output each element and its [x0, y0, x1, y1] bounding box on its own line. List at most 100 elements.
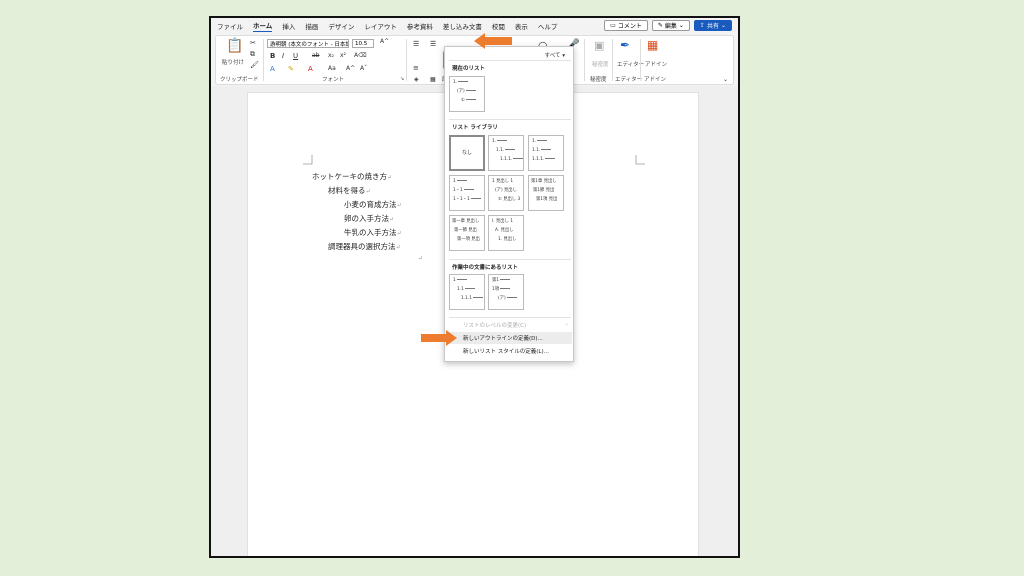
doc-line[interactable]: 小麦の育成方法↵	[344, 199, 402, 210]
grow-font-a-icon[interactable]: A^	[346, 65, 355, 72]
doc-line[interactable]: 牛乳の入手方法↵	[344, 227, 402, 238]
format-painter-icon[interactable]: 🖌	[250, 61, 259, 69]
list-thumb-current[interactable]: 1. (ア) ①	[449, 76, 485, 112]
tab-design[interactable]: デザイン	[328, 21, 354, 31]
ribbon-separator	[640, 39, 641, 81]
current-list-heading: 現在のリスト	[452, 66, 486, 72]
doc-line-text: 調理器具の選択方法	[328, 242, 396, 251]
ribbon-separator	[406, 39, 407, 81]
comment-button[interactable]: ▭ コメント	[604, 20, 648, 31]
doc-line-text: 小麦の育成方法	[344, 200, 397, 209]
empty-paragraph[interactable]: ↵	[418, 253, 423, 262]
doc-line-text: 材料を得る	[328, 186, 366, 195]
multilevel-list-dropdown: すべて ▾ 現在のリスト 1. (ア) ① リスト ライブラリ なし 1. 1.1. 1…	[444, 46, 574, 362]
sensitivity-icon[interactable]: ▣	[594, 39, 604, 52]
paste-icon[interactable]: 📋	[226, 38, 243, 54]
list-thumb-heading-b[interactable]: 第1章 見出し 第1節 見出 第1項 見出	[528, 175, 564, 211]
doc-line-text: 牛乳の入手方法	[344, 228, 397, 237]
font-name-value: 游明朝 (本文のフォント - 日本語)	[270, 41, 349, 48]
define-outline-label: 新しいアウトラインの定義(D)...	[463, 336, 543, 342]
share-icon: ⇪	[699, 22, 705, 29]
arrow-to-list-button-icon	[474, 33, 512, 49]
menu-bar: ファイル ホーム 挿入 描画 デザイン レイアウト 参考資料 差し込み文書 校閲…	[211, 18, 738, 34]
define-outline-item[interactable]: 新しいアウトラインの定義(D)...	[446, 332, 572, 344]
chevron-right-icon: ›	[565, 322, 568, 328]
paragraph-mark: ↵	[365, 188, 371, 195]
pencil-icon: ✎	[657, 22, 663, 29]
align-icon[interactable]: ≡	[413, 64, 419, 72]
cut-icon[interactable]: ✂	[250, 39, 256, 47]
define-list-style-item[interactable]: 新しいリスト スタイルの定義(L)...	[446, 345, 572, 357]
addin-group-label: アドイン	[644, 77, 667, 83]
superscript-icon[interactable]: x²	[340, 52, 346, 59]
shrink-font-icon[interactable]: Aˇ	[360, 65, 367, 72]
edit-mode-button[interactable]: ✎ 編集 ⌄	[651, 20, 690, 31]
paragraph-mark: ↵	[396, 202, 402, 209]
bold-icon[interactable]: B	[270, 52, 275, 60]
list-thumb-heading-a[interactable]: 1 見出し 1 (ア) 見出し ① 見出し 3	[488, 175, 524, 211]
font-name-select[interactable]: 游明朝 (本文のフォント - 日本語)	[267, 39, 349, 48]
font-group-label: フォント	[322, 77, 345, 83]
tab-help[interactable]: ヘルプ	[538, 21, 558, 31]
copy-icon[interactable]: ⧉	[250, 50, 255, 59]
collapse-ribbon-icon[interactable]: ⌄	[723, 76, 728, 83]
define-style-label: 新しいリスト スタイルの定義(L)...	[463, 349, 549, 355]
font-dialog-icon[interactable]: ↘	[400, 76, 404, 82]
subscript-icon[interactable]: x₂	[328, 52, 334, 59]
margin-corner-mark	[635, 155, 645, 165]
doc-line[interactable]: 材料を得る↵	[328, 185, 371, 196]
doc-line[interactable]: 調理器具の選択方法↵	[328, 241, 401, 252]
doc-line-text: 卵の入手方法	[344, 214, 389, 223]
list-thumb-heading-d[interactable]: I. 見出し 1 A. 見出し 1. 見出し	[488, 215, 524, 251]
tab-mailings[interactable]: 差し込み文書	[443, 21, 482, 31]
italic-icon[interactable]: I	[282, 52, 284, 60]
tab-draw[interactable]: 描画	[305, 21, 318, 31]
numbered-list-icon[interactable]: ☰	[430, 40, 436, 48]
font-color-icon[interactable]: A	[308, 65, 313, 73]
paragraph-mark: ↵	[395, 244, 401, 251]
list-thumb-heading-c[interactable]: 第一章 見出し 第一節 見出 第一項 見出	[449, 215, 485, 251]
arrow-to-define-outline-icon	[421, 330, 457, 346]
highlight-icon[interactable]: ✎	[288, 65, 294, 73]
tab-file[interactable]: ファイル	[217, 21, 243, 31]
tab-home[interactable]: ホーム	[253, 20, 273, 32]
paste-label: 貼り付け	[222, 60, 245, 66]
list-thumb-numeric[interactable]: 1. 1.1. 1.1.1.	[488, 135, 524, 171]
ribbon-separator	[584, 39, 585, 81]
list-thumb-none[interactable]: なし	[449, 135, 485, 171]
editor-icon[interactable]: ✒	[620, 38, 630, 52]
document-lists-heading: 作業中の文書にあるリスト	[452, 265, 519, 271]
doc-heading[interactable]: ホットケーキの焼き方↵	[312, 171, 392, 182]
borders-icon[interactable]: ▦	[430, 76, 436, 83]
addin-icon[interactable]: ▦	[647, 38, 658, 52]
paragraph-mark: ↵	[418, 255, 424, 262]
tab-references[interactable]: 参考資料	[407, 21, 433, 31]
list-thumb-dotted[interactable]: 1 1・1 1・1・1	[449, 175, 485, 211]
sensitivity-label: 秘密度	[592, 62, 609, 68]
shading-icon[interactable]: ◈	[414, 76, 419, 83]
clear-format-icon[interactable]: A⌫	[354, 52, 367, 59]
chevron-down-icon: ⌄	[720, 22, 726, 29]
list-filter-select[interactable]: すべて ▾	[545, 51, 565, 59]
strikethrough-icon[interactable]: ab	[312, 52, 320, 59]
underline-icon[interactable]: U	[293, 52, 298, 60]
doc-line[interactable]: 卵の入手方法↵	[344, 213, 394, 224]
tab-insert[interactable]: 挿入	[282, 21, 295, 31]
font-size-select[interactable]: 10.5	[352, 39, 374, 48]
list-thumb-doc-1[interactable]: 1 1.1 1.1.1	[449, 274, 485, 310]
chevron-down-icon: ⌄	[678, 22, 684, 29]
tab-review[interactable]: 校閲	[492, 21, 505, 31]
sensitivity-group-label: 秘密度	[590, 77, 607, 83]
grow-font-icon[interactable]: A^	[380, 38, 389, 45]
tab-layout[interactable]: レイアウト	[364, 21, 397, 31]
editor-group-label: エディター	[615, 77, 643, 83]
list-thumb-numeric-2[interactable]: 1. 1.1. 1.1.1.	[528, 135, 564, 171]
text-effects-icon[interactable]: A	[270, 65, 275, 73]
list-thumb-doc-2[interactable]: 第1 1項 (ア)	[488, 274, 524, 310]
change-list-level-item: リストのレベルの変更(C) ›	[446, 319, 572, 331]
share-button[interactable]: ⇪ 共有 ⌄	[693, 20, 732, 31]
change-case-icon[interactable]: Aa	[328, 65, 336, 72]
edit-label: 編集	[664, 23, 677, 30]
bullet-list-icon[interactable]: ☰	[413, 40, 419, 48]
tab-view[interactable]: 表示	[515, 21, 528, 31]
